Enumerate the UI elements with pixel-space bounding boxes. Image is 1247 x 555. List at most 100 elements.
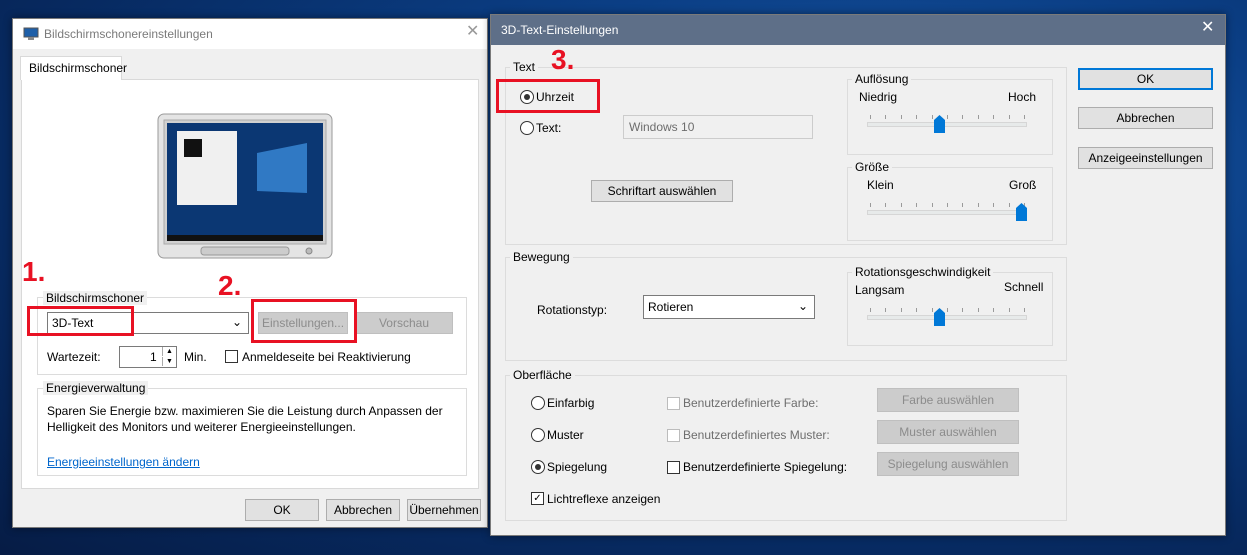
chevron-down-icon: ⌄ [798,299,809,313]
custom-color-label: Benutzerdefinierte Farbe: [683,396,819,410]
slider-tick [1024,115,1025,119]
rotation-speed-label: Rotationsgeschwindigkeit [852,265,994,279]
slider-tick [901,115,902,119]
resolution-label: Auflösung [852,72,912,86]
energy-settings-link[interactable]: Energieeinstellungen ändern [47,455,200,469]
slider-track[interactable] [867,122,1027,127]
slider-tick [947,115,948,119]
custom-color-checkbox[interactable] [667,397,680,410]
slider-thumb[interactable] [934,308,945,326]
title-bar[interactable]: 3D-Text-Einstellungen ✕ [491,15,1225,45]
screensaver-group-label: Bildschirmschoner [43,291,148,305]
slider-tick [901,308,902,312]
slider-tick [870,203,871,207]
rotation-type-value: Rotieren [648,300,694,314]
slider-tick [916,203,917,207]
resolution-min-label: Niedrig [859,90,898,104]
slider-tick [932,308,933,312]
size-max-label: Groß [1009,178,1037,192]
slider-tick [885,203,886,207]
slider-track[interactable] [867,315,1027,320]
wait-stepper[interactable]: 1 ▲ ▼ [119,346,177,368]
slider-tick [978,203,979,207]
text-radio[interactable] [520,121,534,135]
tab-label: Bildschirmschoner [29,61,128,75]
close-icon[interactable]: ✕ [1201,20,1214,36]
text-radio-label: Text: [536,121,562,135]
highlights-label: Lichtreflexe anzeigen [547,492,661,506]
font-select-button[interactable]: Schriftart auswählen [591,180,733,202]
resolution-slider[interactable] [867,115,1027,139]
slider-tick [962,115,963,119]
stepper-down-icon[interactable]: ▼ [162,357,176,366]
step-2-label: 2. [218,270,242,301]
custom-reflection-checkbox[interactable] [667,461,680,474]
size-slider[interactable] [867,203,1027,227]
app-icon [23,27,39,44]
select-color-button[interactable]: Farbe auswählen [877,388,1019,412]
motion-group-label: Bewegung [510,250,573,264]
custom-pattern-checkbox[interactable] [667,429,680,442]
pattern-radio[interactable] [531,428,545,442]
title-bar[interactable]: Bildschirmschonereinstellungen ✕ [13,19,487,49]
logon-checkbox-label: Anmeldeseite bei Reaktivierung [242,350,411,364]
reflection-radio[interactable] [531,460,545,474]
slider-track[interactable] [867,210,1027,215]
custom-pattern-label: Benutzerdefiniertes Muster: [683,428,830,442]
tab-screensaver[interactable]: Bildschirmschoner [20,56,127,80]
close-icon[interactable]: ✕ [466,24,479,40]
slider-tick [947,203,948,207]
select-reflection-button[interactable]: Spiegelung auswählen [877,452,1019,476]
apply-button[interactable]: Übernehmen [407,499,481,521]
rotation-speed-slider[interactable] [867,308,1027,332]
slider-tick [993,203,994,207]
preview-button[interactable]: Vorschau [355,312,453,334]
solid-radio[interactable] [531,396,545,410]
slider-tick [1009,203,1010,207]
slider-tick [932,115,933,119]
energy-group-label: Energieverwaltung [43,381,149,395]
display-settings-button[interactable]: Anzeigeeinstellungen [1078,147,1213,169]
logon-checkbox[interactable] [225,350,238,363]
rotation-type-select[interactable]: Rotieren ⌄ [643,295,815,319]
custom-reflection-label: Benutzerdefinierte Spiegelung: [683,460,848,474]
rotation-type-label: Rotationstyp: [537,303,608,317]
slider-tick [978,115,979,119]
slider-tick [978,308,979,312]
wait-value: 1 [150,350,157,364]
select-pattern-button[interactable]: Muster auswählen [877,420,1019,444]
reflection-radio-label: Spiegelung [547,460,608,474]
solid-radio-label: Einfarbig [547,396,595,410]
slider-tick [962,203,963,207]
resolution-max-label: Hoch [1008,90,1037,104]
3d-text-settings-dialog: 3D-Text-Einstellungen ✕ Text Uhrzeit Tex… [490,14,1226,536]
slider-tick [901,203,902,207]
slider-tick [916,308,917,312]
ok-button[interactable]: OK [245,499,319,521]
step-3-highlight [496,79,600,113]
slider-tick [947,308,948,312]
cancel-button[interactable]: Abbrechen [326,499,400,521]
text-group-label: Text [510,60,539,74]
slider-thumb[interactable] [934,115,945,133]
slider-tick [962,308,963,312]
window-title: 3D-Text-Einstellungen [501,23,619,37]
text-input-value: Windows 10 [629,120,695,134]
slider-tick [932,203,933,207]
rotation-speed-max-label: Schnell [1004,280,1044,294]
step-1-highlight [27,306,134,336]
text-input[interactable]: Windows 10 [623,115,813,139]
step-1-label: 1. [22,256,46,287]
surface-group-label: Oberfläche [510,368,575,382]
slider-thumb[interactable] [1016,203,1027,221]
energy-text: Sparen Sie Energie bzw. maximieren Sie d… [47,404,443,434]
cancel-button[interactable]: Abbrechen [1078,107,1213,129]
stepper-up-icon[interactable]: ▲ [162,347,176,356]
screensaver-settings-dialog: Bildschirmschonereinstellungen ✕ Bildsch… [12,18,488,528]
rotation-speed-min-label: Langsam [855,283,905,297]
slider-tick [1009,115,1010,119]
chevron-down-icon: ⌄ [232,315,243,329]
ok-button[interactable]: OK [1078,68,1213,90]
highlights-checkbox[interactable]: ✓ [531,492,544,505]
step-3-label: 3. [551,44,575,75]
